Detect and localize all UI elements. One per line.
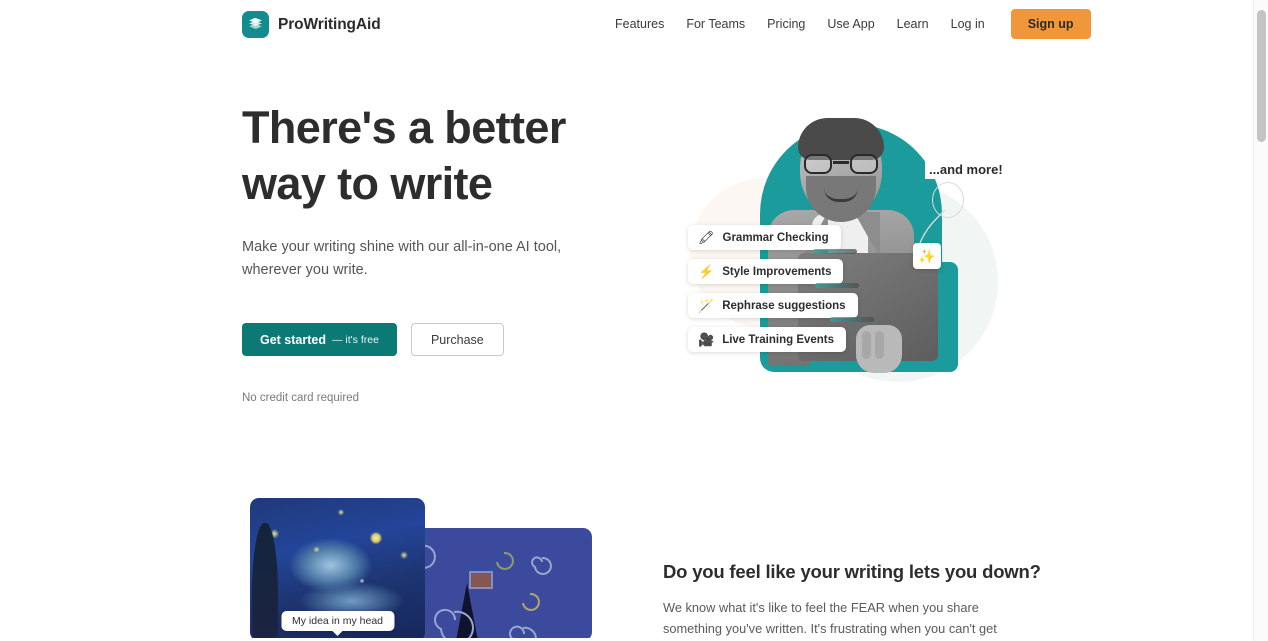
- get-started-sublabel: — it's free: [332, 333, 379, 346]
- hero-illustration: ✨ ...and more! 🖍 Grammar Checking ⚡ Styl…: [660, 90, 1060, 390]
- chip-grammar-checking[interactable]: 🖍 Grammar Checking: [688, 225, 857, 254]
- balloon-icon: [932, 182, 964, 218]
- chip-accent-bar: [829, 317, 874, 322]
- hero-title: There's a better way to write: [242, 100, 642, 212]
- starry-night-image: My idea in my head: [250, 498, 425, 641]
- scrollbar-thumb[interactable]: [1257, 10, 1266, 142]
- site-header: ProWritingAid Features For Teams Pricing…: [0, 0, 1253, 48]
- brand-name: ProWritingAid: [278, 15, 381, 33]
- hero-subtitle: Make your writing shine with our all-in-…: [242, 239, 562, 278]
- lightning-icon: ⚡: [698, 264, 715, 279]
- main-navigation: Features For Teams Pricing Use App Learn…: [604, 0, 1091, 48]
- landing-page: ProWritingAid Features For Teams Pricing…: [0, 0, 1268, 641]
- person-hand: [856, 325, 902, 373]
- book-logo-icon: [242, 11, 269, 38]
- nav-item-for-teams[interactable]: For Teams: [675, 11, 756, 37]
- nav-item-log-in[interactable]: Log in: [940, 11, 996, 37]
- magic-wand-icon: 🪄: [698, 298, 715, 313]
- hero-title-line-2: way to write: [242, 158, 493, 209]
- feature-chip-list: 🖍 Grammar Checking ⚡ Style Improvements …: [688, 225, 874, 361]
- movie-camera-icon: 🎥: [698, 332, 715, 347]
- vertical-scrollbar[interactable]: [1253, 0, 1268, 641]
- nav-item-pricing[interactable]: Pricing: [756, 11, 816, 37]
- brand-logo-link[interactable]: ProWritingAid: [242, 11, 381, 38]
- hero-text-block: There's a better way to write Make your …: [242, 100, 642, 404]
- chip-label: Live Training Events: [722, 333, 835, 346]
- chip-label: Rephrase suggestions: [722, 299, 846, 312]
- lower-section-title: Do you feel like your writing lets you d…: [663, 561, 1041, 582]
- no-credit-card-note: No credit card required: [242, 392, 359, 404]
- nav-item-learn[interactable]: Learn: [886, 11, 940, 37]
- chip-live-training-events[interactable]: 🎥 Live Training Events: [688, 327, 847, 352]
- sparkle-icon: ✨: [913, 243, 941, 269]
- nav-item-use-app[interactable]: Use App: [816, 11, 885, 37]
- image-caption: My idea in my head: [280, 611, 395, 631]
- glasses-icon: [804, 154, 878, 174]
- nav-item-features[interactable]: Features: [604, 11, 675, 37]
- chip-rephrase-suggestions[interactable]: 🪄 Rephrase suggestions: [688, 293, 874, 322]
- lower-section-body: We know what it's like to feel the FEAR …: [663, 600, 997, 636]
- hero-title-line-1: There's a better: [242, 102, 566, 153]
- sign-up-button[interactable]: Sign up: [1010, 9, 1091, 39]
- hero-action-buttons: Get started — it's free Purchase: [242, 323, 642, 356]
- get-started-button[interactable]: Get started — it's free: [242, 323, 397, 356]
- lower-text-block: Do you feel like your writing lets you d…: [663, 561, 1041, 641]
- crayon-icon: 🖍: [698, 230, 715, 245]
- get-started-label: Get started: [260, 332, 326, 347]
- purchase-button[interactable]: Purchase: [410, 323, 504, 356]
- chip-label: Style Improvements: [722, 265, 832, 278]
- chip-accent-bar: [812, 249, 857, 254]
- person-collar-right: [854, 212, 880, 258]
- chip-style-improvements[interactable]: ⚡ Style Improvements: [688, 259, 860, 288]
- chip-accent-bar: [815, 283, 860, 288]
- and-more-annotation: ...and more!: [925, 160, 1007, 179]
- chip-label: Grammar Checking: [722, 231, 829, 244]
